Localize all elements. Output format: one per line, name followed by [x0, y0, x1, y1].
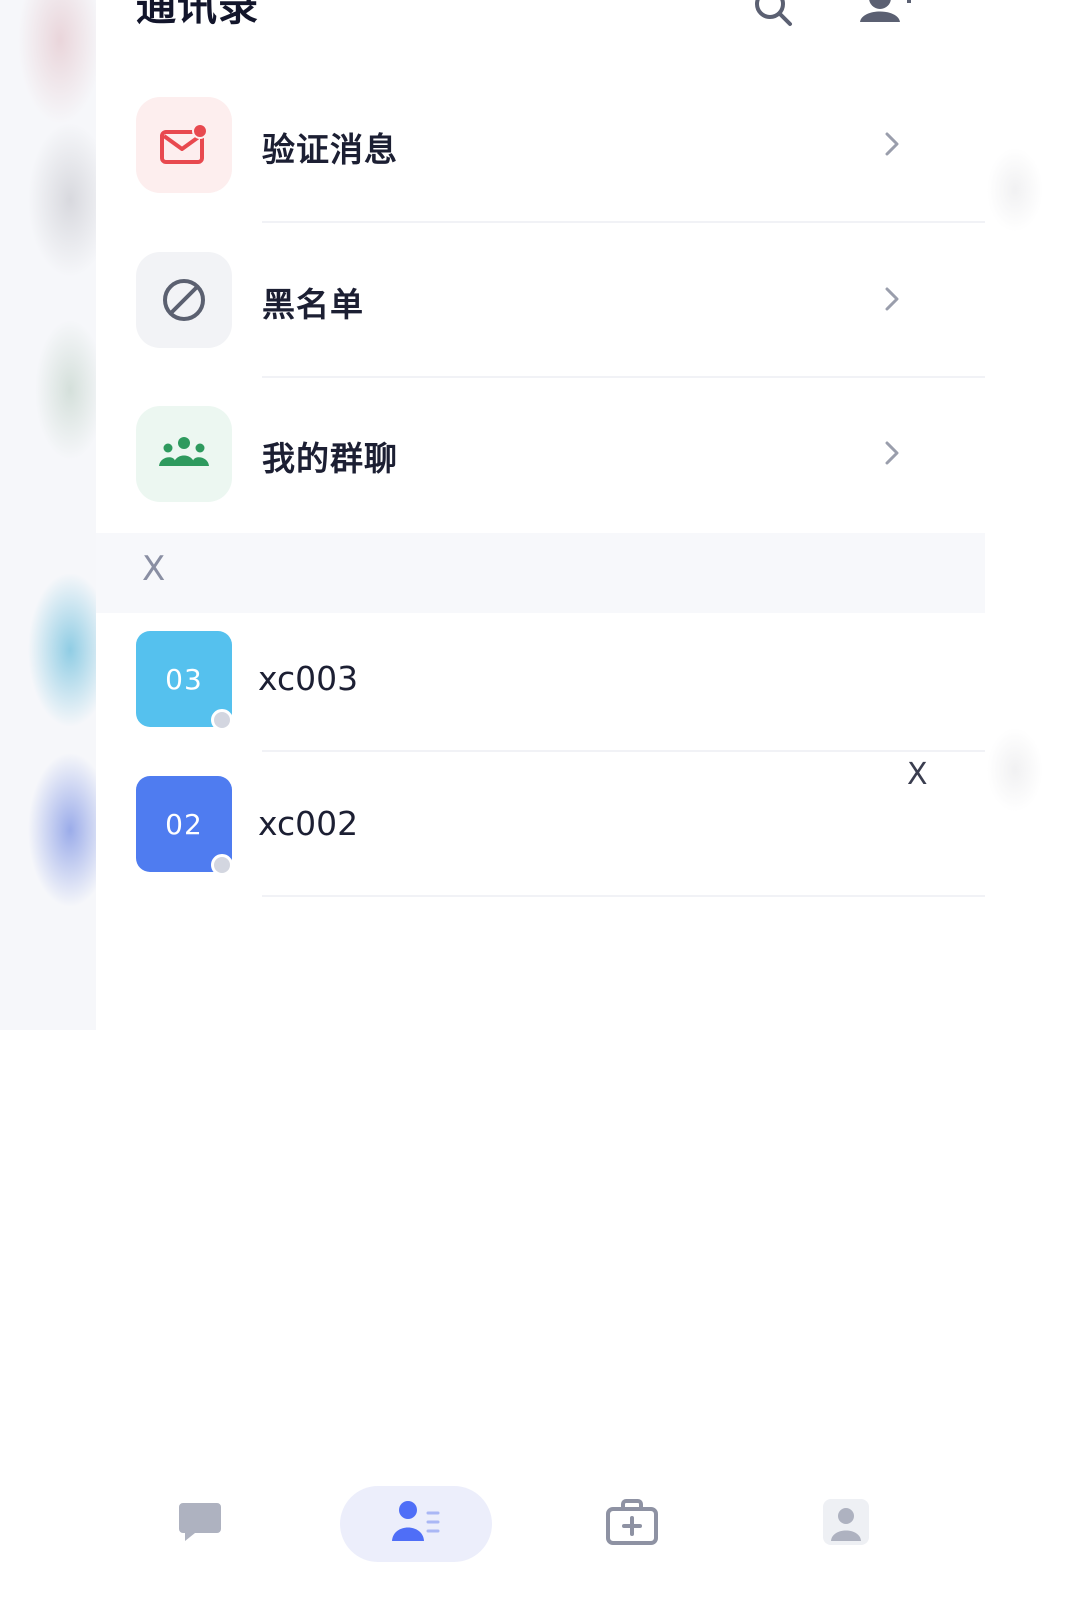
status-dot	[211, 854, 233, 876]
section-letter: X	[142, 549, 166, 589]
menu-label: 我的群聊	[262, 439, 398, 478]
contacts-icon	[390, 1499, 442, 1549]
mail-notification-icon	[136, 97, 232, 193]
menu-label: 黑名单	[262, 285, 364, 324]
tab-profile[interactable]	[806, 1486, 886, 1562]
menu-item-verification[interactable]: 验证消息	[96, 97, 985, 252]
page-title: 通讯录	[136, 0, 259, 30]
contact-row[interactable]: 03 xc003	[96, 631, 985, 776]
chat-icon	[177, 1499, 223, 1549]
contact-name: xc003	[258, 659, 359, 698]
background-blur-left	[0, 0, 96, 1030]
tab-contacts[interactable]	[340, 1486, 492, 1562]
divider	[262, 221, 985, 223]
chevron-right-icon	[882, 438, 902, 472]
tab-chats[interactable]	[160, 1486, 240, 1562]
section-header: X	[96, 533, 985, 613]
contact-name: xc002	[258, 804, 359, 843]
status-dot	[211, 709, 233, 731]
divider	[262, 895, 985, 897]
block-icon	[136, 252, 232, 348]
toolbox-icon	[605, 1497, 659, 1551]
menu-label: 验证消息	[262, 130, 398, 169]
search-icon[interactable]	[750, 0, 798, 38]
background-blur-right	[985, 0, 1080, 1030]
index-bar-letter[interactable]: X	[907, 757, 928, 792]
chevron-right-icon	[882, 129, 902, 163]
add-contact-icon[interactable]	[858, 0, 918, 38]
contacts-panel: 通讯录 验证消息 黑名单 我的群聊 X 03 xc003 02 xc002	[96, 0, 985, 1030]
group-icon	[136, 406, 232, 502]
tab-toolbox[interactable]	[590, 1486, 674, 1562]
bottom-tab-bar	[0, 1480, 1080, 1613]
menu-item-blacklist[interactable]: 黑名单	[96, 252, 985, 407]
profile-icon	[821, 1497, 871, 1551]
contact-row[interactable]: 02 xc002	[96, 776, 985, 921]
divider	[262, 376, 985, 378]
divider	[262, 750, 985, 752]
chevron-right-icon	[882, 284, 902, 318]
